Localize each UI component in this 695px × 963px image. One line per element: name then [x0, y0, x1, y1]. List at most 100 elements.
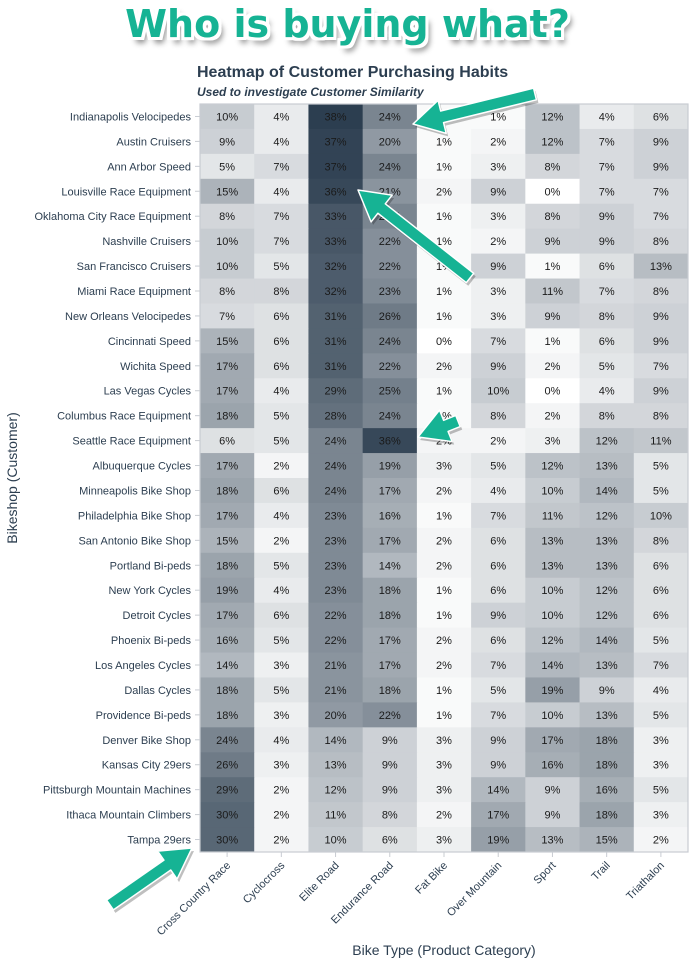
cell-value-label: 1% — [436, 585, 452, 597]
cell-value-label: 24% — [325, 461, 347, 473]
cell-value-label: 19% — [487, 835, 509, 847]
cell-value-label: 24% — [379, 336, 401, 348]
cell-value-label: 18% — [216, 560, 238, 572]
cell-value-label: 6% — [599, 261, 615, 273]
cell-value-label: 17% — [216, 461, 238, 473]
cell-value-label: 3% — [273, 710, 289, 722]
cell-value-label: 5% — [653, 485, 669, 497]
cell-value-label: 19% — [541, 685, 563, 697]
cell-value-label: 13% — [596, 535, 618, 547]
cell-value-label: 3% — [436, 760, 452, 772]
cell-value-label: 6% — [490, 535, 506, 547]
cell-value-label: 9% — [653, 311, 669, 323]
cell-value-label: 24% — [379, 111, 401, 123]
y-tick-label: New Orleans Velocipedes — [65, 311, 191, 323]
cell-value-label: 7% — [599, 161, 615, 173]
cell-value-label: 8% — [653, 236, 669, 248]
x-tick-label: Triathalon — [624, 860, 667, 903]
cell-value-label: 1% — [436, 136, 452, 148]
cell-value-label: 6% — [273, 311, 289, 323]
cell-value-label: 16% — [596, 785, 618, 797]
cell-value-label: 6% — [219, 436, 235, 448]
cell-value-label: 23% — [325, 585, 347, 597]
cell-value-label: 2% — [436, 635, 452, 647]
cell-value-label: 10% — [216, 111, 238, 123]
cell-value-label: 9% — [382, 785, 398, 797]
cell-value-label: 19% — [379, 461, 401, 473]
cell-value-label: 2% — [436, 660, 452, 672]
cell-value-label: 3% — [436, 835, 452, 847]
cell-value-label: 0% — [544, 386, 560, 398]
cell-value-label: 33% — [325, 236, 347, 248]
cell-value-label: 10% — [216, 236, 238, 248]
cell-value-label: 1% — [436, 286, 452, 298]
cell-value-label: 12% — [596, 510, 618, 522]
cell-value-label: 9% — [490, 760, 506, 772]
cell-value-label: 2% — [273, 461, 289, 473]
cell-value-label: 2% — [273, 835, 289, 847]
cell-value-label: 7% — [653, 660, 669, 672]
cell-value-label: 4% — [599, 111, 615, 123]
cell-value-label: 9% — [544, 785, 560, 797]
cell-value-label: 6% — [273, 336, 289, 348]
x-tick-label: Over Mountain — [445, 860, 505, 920]
y-tick-label: Columbus Race Equipment — [57, 411, 191, 423]
cell-value-label: 17% — [216, 386, 238, 398]
cell-value-label: 5% — [273, 685, 289, 697]
y-tick-label: Pittsburgh Mountain Machines — [43, 785, 191, 797]
cell-value-label: 6% — [273, 610, 289, 622]
cell-value-label: 3% — [490, 161, 506, 173]
x-tick-label: Sport — [531, 860, 558, 887]
cell-value-label: 9% — [599, 685, 615, 697]
cell-value-label: 9% — [490, 261, 506, 273]
cell-value-label: 2% — [436, 186, 452, 198]
cell-value-label: 22% — [379, 236, 401, 248]
cell-value-label: 17% — [216, 361, 238, 373]
cell-value-label: 22% — [379, 261, 401, 273]
heatmap-cells: 10% 4% 38% 24% 1% 1% 12% 4% 6% 9% 4% 37% 20% 1% 2% 12% 7… — [200, 104, 689, 853]
cell-value-label: 9% — [544, 311, 560, 323]
cell-value-label: 17% — [487, 810, 509, 822]
cell-value-label: 2% — [544, 361, 560, 373]
cell-value-label: 2% — [436, 361, 452, 373]
cell-value-label: 12% — [541, 136, 563, 148]
cell-value-label: 26% — [216, 760, 238, 772]
cell-value-label: 3% — [436, 461, 452, 473]
cell-value-label: 18% — [379, 610, 401, 622]
cell-value-label: 4% — [273, 386, 289, 398]
cell-value-label: 12% — [596, 610, 618, 622]
x-tick-label: Cyclocross — [241, 859, 288, 906]
cell-value-label: 7% — [599, 186, 615, 198]
cell-value-label: 3% — [544, 436, 560, 448]
cell-value-label: 14% — [487, 785, 509, 797]
x-axis-tick-labels: Cross Country Race Cyclocross Elite RoadEn… — [155, 852, 667, 938]
cell-value-label: 2% — [273, 535, 289, 547]
cell-value-label: 29% — [325, 386, 347, 398]
y-tick-label: Seattle Race Equipment — [72, 436, 191, 448]
cell-value-label: 3% — [436, 735, 452, 747]
cell-value-label: 16% — [541, 760, 563, 772]
cell-value-label: 15% — [596, 835, 618, 847]
cell-value-label: 24% — [216, 735, 238, 747]
y-tick-label: Oklahoma City Race Equipment — [34, 211, 191, 223]
y-tick-label: New York Cycles — [108, 585, 191, 597]
y-tick-label: Los Angeles Cycles — [95, 660, 191, 672]
cell-value-label: 2% — [490, 236, 506, 248]
y-tick-label: Tampa 29ers — [127, 835, 191, 847]
y-tick-label: Wichita Speed — [120, 361, 191, 373]
y-tick-label: Miami Race Equipment — [77, 286, 191, 298]
cell-value-label: 5% — [273, 635, 289, 647]
heatmap-chart: 10% 4% 38% 24% 1% 1% 12% 4% 6% 9% 4% 37% 20% 1% 2% 12% 7… — [4, 87, 689, 958]
cell-value-label: 9% — [599, 211, 615, 223]
cell-value-label: 2% — [436, 810, 452, 822]
cell-value-label: 16% — [216, 635, 238, 647]
x-tick-label: Fat Bike — [413, 860, 450, 897]
cell-value-label: 12% — [541, 111, 563, 123]
cell-value-label: 12% — [596, 585, 618, 597]
cell-value-label: 22% — [325, 610, 347, 622]
cell-value-label: 24% — [325, 436, 347, 448]
cell-value-label: 3% — [273, 760, 289, 772]
cell-value-label: 8% — [273, 286, 289, 298]
x-tick-label: Trail — [589, 860, 612, 883]
cell-value-label: 7% — [273, 211, 289, 223]
